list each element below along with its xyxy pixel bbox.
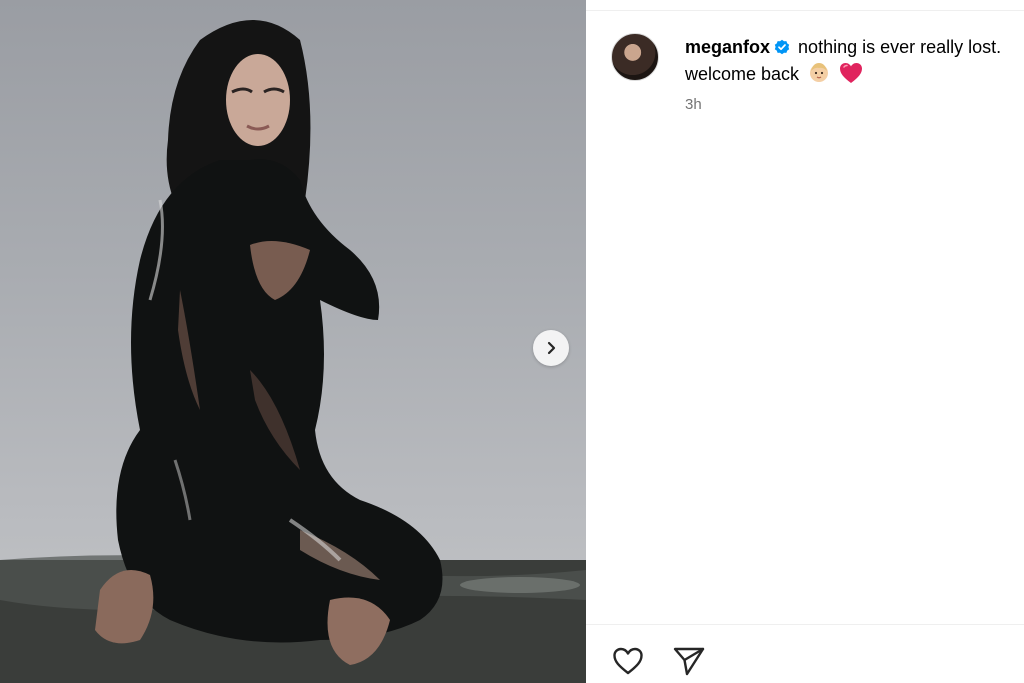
carousel-next-button[interactable]: [533, 330, 569, 366]
divider: [586, 10, 1024, 11]
baby-icon: [807, 60, 831, 91]
share-button[interactable]: [672, 645, 706, 677]
post-timestamp[interactable]: 3h: [685, 96, 702, 113]
heart-outline-icon: [613, 647, 643, 675]
avatar[interactable]: [611, 33, 659, 81]
post-info-panel: meganfox nothing is ever really lost. we…: [586, 0, 1024, 683]
paper-plane-icon: [673, 647, 705, 676]
divider: [586, 624, 1024, 625]
like-button[interactable]: [612, 646, 644, 676]
post-image[interactable]: [0, 0, 586, 683]
post-caption: meganfox nothing is ever really lost. we…: [685, 34, 1020, 91]
chevron-right-icon: [547, 341, 556, 355]
post-photo-illustration: [0, 20, 586, 683]
username-link[interactable]: meganfox: [685, 37, 770, 57]
verified-badge-icon: [774, 36, 790, 55]
red-heart-icon: [839, 62, 863, 91]
